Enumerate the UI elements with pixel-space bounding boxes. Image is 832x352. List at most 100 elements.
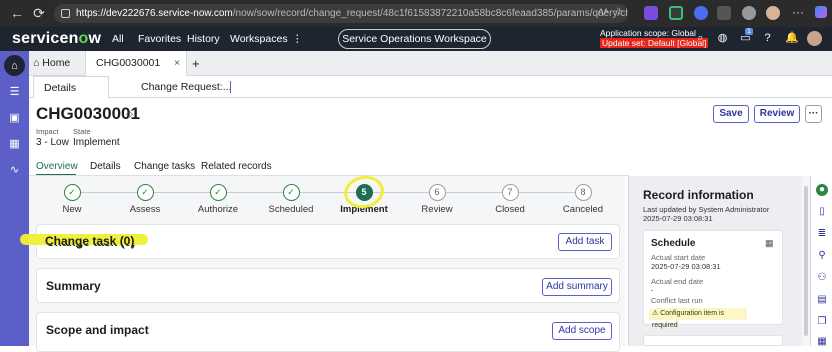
add-scope-button[interactable]: Add scope [552, 322, 612, 340]
save-button[interactable]: Save [713, 105, 749, 123]
add-summary-button[interactable]: Add summary [542, 278, 612, 296]
search-icon[interactable]: ⌕ [694, 32, 707, 45]
step-canceled-label: Canceled [562, 204, 604, 215]
url-host: https://dev222676.service-now.com [76, 8, 233, 19]
clipboard-icon[interactable]: ▤ [816, 294, 828, 306]
servicenow-logo[interactable]: servicenow [12, 30, 101, 48]
step-review-label: Review [421, 204, 453, 215]
extension-icon-2[interactable] [669, 6, 683, 20]
grid-icon[interactable]: ▦ [816, 336, 828, 348]
url-path: /now/sow/record/change_request/48c1f6158… [232, 8, 628, 19]
read-aloud-icon[interactable]: Aᴬ [598, 7, 608, 17]
step-review-circle[interactable]: 6 [428, 183, 446, 201]
step-assess-circle[interactable]: ✓ [136, 183, 154, 201]
browser-menu-icon[interactable]: ··· [792, 5, 804, 19]
actual-start-value: 2025-07-29 03:08:31 [651, 262, 721, 271]
step-closed-circle[interactable]: 7 [501, 183, 519, 201]
back-icon[interactable]: ← [6, 2, 28, 24]
tag-icon[interactable]: ⬦ [126, 109, 133, 120]
calendar-icon[interactable]: ▦ [4, 133, 25, 154]
people-icon[interactable]: ⚇ [816, 272, 828, 284]
step-authorize-circle[interactable]: ✓ [209, 183, 227, 201]
conflict-last-run-label: Conflict last run [651, 296, 703, 305]
impact-label: Impact [36, 127, 59, 136]
workspace-tabs: ⌂ Home CHG0030001 × + [29, 51, 832, 76]
user-avatar[interactable] [807, 31, 822, 46]
tab-home[interactable]: ⌂ Home [33, 51, 83, 76]
add-tab-button[interactable]: + [192, 51, 200, 76]
actual-end-value: - [651, 286, 654, 295]
schedule-title: Schedule [651, 238, 696, 249]
actual-end-label: Actual end date [651, 277, 704, 286]
activity-icon[interactable]: ∿ [4, 159, 25, 180]
lock-icon [61, 9, 70, 18]
scope-title: Scope and impact [46, 323, 149, 337]
tab-related-records[interactable]: Related records [201, 161, 272, 172]
review-button[interactable]: Review [754, 105, 800, 123]
copilot-icon[interactable] [815, 6, 827, 18]
ci-required-warning: ⚠ Configuration item is required [649, 308, 747, 329]
notification-count: 1 [745, 28, 753, 35]
browser-toolbar: ← ⟳ https://dev222676.service-now.com/no… [0, 0, 832, 27]
close-tab-icon[interactable]: × [174, 51, 180, 76]
help-icon[interactable]: ? [761, 32, 774, 45]
step-scheduled-label: Scheduled [268, 204, 314, 215]
subtab-change-request[interactable]: Change Request:... [141, 76, 231, 98]
refresh-icon[interactable]: ⟳ [28, 2, 50, 24]
last-updated: Last updated by System Administrator [643, 205, 770, 214]
more-vertical-icon[interactable]: ⋮ [292, 33, 303, 45]
state-label: State [73, 127, 91, 136]
summary-title: Summary [46, 279, 101, 293]
step-scheduled-circle[interactable]: ✓ [282, 183, 300, 201]
calendar-clock-icon[interactable]: ▦ [765, 238, 774, 249]
list-icon[interactable]: ☰ [4, 81, 25, 102]
extension-icon-1[interactable] [644, 6, 658, 20]
subtab-details[interactable]: Details [33, 76, 109, 98]
document-icon[interactable]: ▯ [816, 206, 828, 218]
tab-change-tasks[interactable]: Change tasks [134, 161, 195, 172]
extension-icon-3[interactable] [694, 6, 708, 20]
tab-record[interactable]: CHG0030001 × [85, 51, 187, 76]
panel-scrollbar[interactable] [802, 176, 810, 346]
add-task-button[interactable]: Add task [558, 233, 612, 251]
inbox-icon[interactable]: ▣ [4, 107, 25, 128]
address-bar[interactable]: https://dev222676.service-now.com/now/so… [54, 4, 628, 23]
workspace-pill[interactable]: Service Operations Workspace ☆ [338, 29, 491, 63]
attachment-icon[interactable]: ⚲ [816, 250, 828, 262]
extension-icon-4[interactable] [717, 6, 731, 20]
tab-details[interactable]: Details [90, 161, 121, 172]
extension-icon-5[interactable] [742, 6, 756, 20]
scope-impact-card: Scope and impact Add scope [36, 312, 620, 352]
favorite-star-icon[interactable]: ☆ [613, 5, 623, 18]
copy-icon[interactable]: ❐ [816, 316, 828, 328]
tab-overview[interactable]: Overview [36, 161, 78, 172]
state-value: Implement [73, 137, 120, 148]
step-new-circle[interactable]: ✓ [63, 183, 81, 201]
servicenow-header: servicenow All Favorites History Workspa… [0, 27, 832, 63]
step-new-label: New [62, 204, 82, 215]
more-actions-button[interactable]: ··· [805, 105, 822, 123]
actual-start-label: Actual start date [651, 253, 706, 262]
home-icon[interactable]: ⌂ [4, 55, 25, 76]
step-authorize-label: Authorize [197, 204, 239, 215]
summary-card: Summary Add summary [36, 268, 620, 303]
status-green-icon[interactable]: ● [816, 184, 828, 196]
application-scope[interactable]: Application scope: Global Update set: De… [600, 28, 709, 48]
record-info-title: Record information [643, 188, 754, 202]
nav-favorites[interactable]: Favorites [138, 33, 181, 45]
change-task-title-overlay: Change task (0) [45, 234, 135, 248]
impact-value: 3 - Low [36, 137, 69, 148]
subtab-divider [230, 81, 231, 93]
bell-icon[interactable]: 🔔 [785, 32, 799, 45]
nav-all[interactable]: All [112, 33, 124, 45]
step-closed-label: Closed [495, 204, 525, 215]
left-rail: ⌂ ☰ ▣ ▦ ∿ [0, 51, 29, 346]
step-canceled-circle[interactable]: 8 [574, 183, 592, 201]
record-subtabs: Details Change Request:... [29, 76, 832, 98]
globe-icon[interactable]: ◍ [716, 32, 729, 45]
nav-history[interactable]: History [187, 33, 220, 45]
nav-workspaces[interactable]: Workspaces [230, 33, 288, 45]
record-number: CHG0030001 [36, 104, 140, 123]
list-icon[interactable]: ≣ [816, 228, 828, 240]
profile-avatar[interactable] [766, 6, 780, 20]
